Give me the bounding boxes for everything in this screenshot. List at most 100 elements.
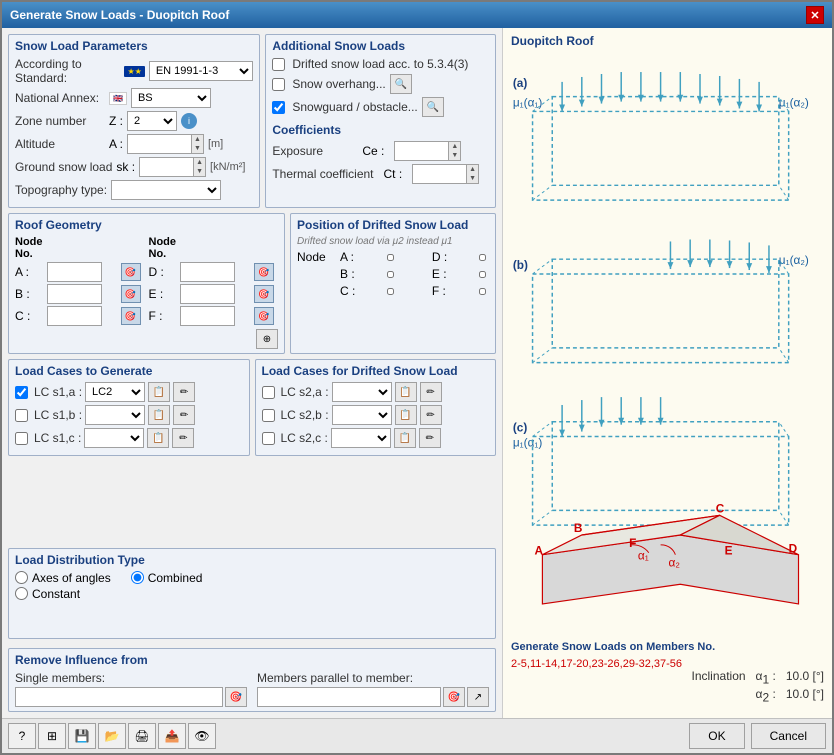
topography-select[interactable] — [111, 180, 221, 200]
drift-a-checkbox[interactable] — [387, 251, 394, 264]
lc-generate-section: Load Cases to Generate LC s1,a : LC2 📋 ✏… — [8, 359, 250, 456]
zone-select[interactable]: 2 — [127, 111, 177, 131]
exposure-spin-buttons[interactable]: ▲▼ — [449, 141, 461, 161]
axes-radio[interactable] — [15, 571, 28, 584]
snow-params-title: Snow Load Parameters — [15, 39, 253, 53]
toolbar-eye-button[interactable]: 👁 — [188, 723, 216, 749]
lcs2c-checkbox[interactable] — [262, 432, 275, 445]
thermal-input[interactable]: 1.000 — [412, 164, 467, 184]
parallel-members-select-button[interactable]: 🎯 — [443, 687, 465, 707]
e-input[interactable]: 37 — [180, 284, 235, 304]
drift-c-checkbox[interactable] — [387, 285, 394, 298]
b-node-button[interactable]: 🎯 — [121, 285, 141, 303]
thermal-label: Thermal coefficient — [272, 167, 373, 181]
lcs2a-select[interactable] — [332, 382, 392, 402]
lcs1c-row: LC s1,c : 📋 ✏ — [15, 428, 243, 448]
lcs1a-copy-button[interactable]: 📋 — [148, 382, 170, 402]
snowguard-checkbox[interactable] — [272, 101, 285, 114]
ok-button[interactable]: OK — [689, 723, 744, 749]
lcs1a-checkbox[interactable] — [15, 386, 28, 399]
national-annex-select[interactable]: BS — [131, 88, 211, 108]
lcs1b-select[interactable] — [85, 405, 145, 425]
d-node-button[interactable]: 🎯 — [254, 263, 274, 281]
single-members-select-button[interactable]: 🎯 — [225, 687, 247, 707]
svg-text:α₁: α₁ — [638, 549, 649, 563]
snowguard-settings-button[interactable]: 🔍 — [422, 97, 444, 117]
drift-f-checkbox[interactable] — [479, 285, 486, 298]
drift-e-label: E : — [432, 267, 476, 281]
thermal-spin-buttons[interactable]: ▲▼ — [467, 164, 479, 184]
b-input[interactable]: 2 — [47, 284, 102, 304]
d-input[interactable]: 6 — [180, 262, 235, 282]
snowguard-label: Snowguard / obstacle... — [292, 100, 417, 114]
lcs1c-select[interactable] — [84, 428, 144, 448]
altitude-input[interactable]: 100.000 — [127, 134, 192, 154]
lcs1c-copy-button[interactable]: 📋 — [147, 428, 169, 448]
standard-select[interactable]: EN 1991-1-3 — [149, 61, 254, 81]
lcs1a-select[interactable]: LC2 — [85, 382, 145, 402]
bottom-left: Load Distribution Type Axes of angles Co… — [8, 461, 496, 712]
lcs2b-edit-button[interactable]: ✏ — [420, 405, 442, 425]
topography-label: Topography type: — [15, 183, 107, 197]
c-node-button[interactable]: 🎯 — [121, 307, 141, 325]
exposure-input[interactable]: 1.000 — [394, 141, 449, 161]
toolbar-print-button[interactable]: 🖨 — [128, 723, 156, 749]
geometry-extra-button[interactable]: ⊕ — [256, 329, 278, 349]
top-sections: Snow Load Parameters According to Standa… — [8, 34, 496, 208]
a-input[interactable]: 33 — [47, 262, 102, 282]
f-node-button[interactable]: 🎯 — [254, 307, 274, 325]
overhang-checkbox[interactable] — [272, 78, 285, 91]
drift-b-checkbox[interactable] — [387, 268, 394, 281]
lcs2a-checkbox[interactable] — [262, 386, 275, 399]
zone-info-button[interactable]: i — [181, 113, 197, 129]
single-members-input[interactable] — [15, 687, 223, 707]
thermal-row: Thermal coefficient Ct : 1.000 ▲▼ — [272, 164, 489, 184]
combined-radio[interactable] — [131, 571, 144, 584]
lcs2c-edit-button[interactable]: ✏ — [419, 428, 441, 448]
ground-snow-input[interactable]: 0.40 — [139, 157, 194, 177]
position-drifted-section: Position of Drifted Snow Load Drifted sn… — [290, 213, 496, 354]
alpha2-value: 10.0 [°] — [786, 687, 824, 701]
lcs2b-select[interactable] — [332, 405, 392, 425]
toolbar-table-button[interactable]: ⊞ — [38, 723, 66, 749]
lcs2a-copy-button[interactable]: 📋 — [395, 382, 417, 402]
toolbar-export-button[interactable]: 📤 — [158, 723, 186, 749]
lcs1a-edit-button[interactable]: ✏ — [173, 382, 195, 402]
parallel-members-input[interactable]: 51 — [257, 687, 441, 707]
a-node-button[interactable]: 🎯 — [121, 263, 141, 281]
close-button[interactable]: ✕ — [806, 6, 824, 24]
overhang-settings-button[interactable]: 🔍 — [390, 74, 412, 94]
toolbar-help-button[interactable]: ? — [8, 723, 36, 749]
generate-label: Generate Snow Loads on Members No. — [511, 641, 715, 653]
f-input[interactable]: 35 — [180, 306, 235, 326]
drifted-checkbox[interactable] — [272, 58, 285, 71]
c-input[interactable]: 4 — [47, 306, 102, 326]
lcs2b-copy-button[interactable]: 📋 — [395, 405, 417, 425]
lcs1c-checkbox[interactable] — [15, 432, 28, 445]
lcs1b-copy-button[interactable]: 📋 — [148, 405, 170, 425]
ground-snow-spin-buttons[interactable]: ▲▼ — [194, 157, 206, 177]
constant-label: Constant — [32, 587, 80, 601]
drift-e-checkbox[interactable] — [479, 268, 486, 281]
lcs2c-select[interactable] — [331, 428, 391, 448]
axes-label: Axes of angles — [32, 571, 111, 585]
svg-text:α₂: α₂ — [668, 556, 679, 570]
ground-snow-sk-label: sk : — [116, 160, 135, 174]
altitude-spin-buttons[interactable]: ▲▼ — [192, 134, 204, 154]
constant-radio[interactable] — [15, 587, 28, 600]
main-window: Generate Snow Loads - Duopitch Roof ✕ Sn… — [0, 0, 834, 755]
lcs2a-edit-button[interactable]: ✏ — [420, 382, 442, 402]
e-node-button[interactable]: 🎯 — [254, 285, 274, 303]
distribution-radios: Axes of angles Combined — [15, 571, 489, 585]
lcs2b-checkbox[interactable] — [262, 409, 275, 422]
parallel-members-action-button[interactable]: ↗ — [467, 687, 489, 707]
toolbar-folder-button[interactable]: 📂 — [98, 723, 126, 749]
lcs1b-edit-button[interactable]: ✏ — [173, 405, 195, 425]
lcs1c-edit-button[interactable]: ✏ — [172, 428, 194, 448]
cancel-button[interactable]: Cancel — [751, 723, 826, 749]
lcs1b-checkbox[interactable] — [15, 409, 28, 422]
lcs2c-copy-button[interactable]: 📋 — [394, 428, 416, 448]
toolbar-save-button[interactable]: 💾 — [68, 723, 96, 749]
b-label: B : — [15, 287, 43, 301]
drift-d-checkbox[interactable] — [479, 251, 486, 264]
